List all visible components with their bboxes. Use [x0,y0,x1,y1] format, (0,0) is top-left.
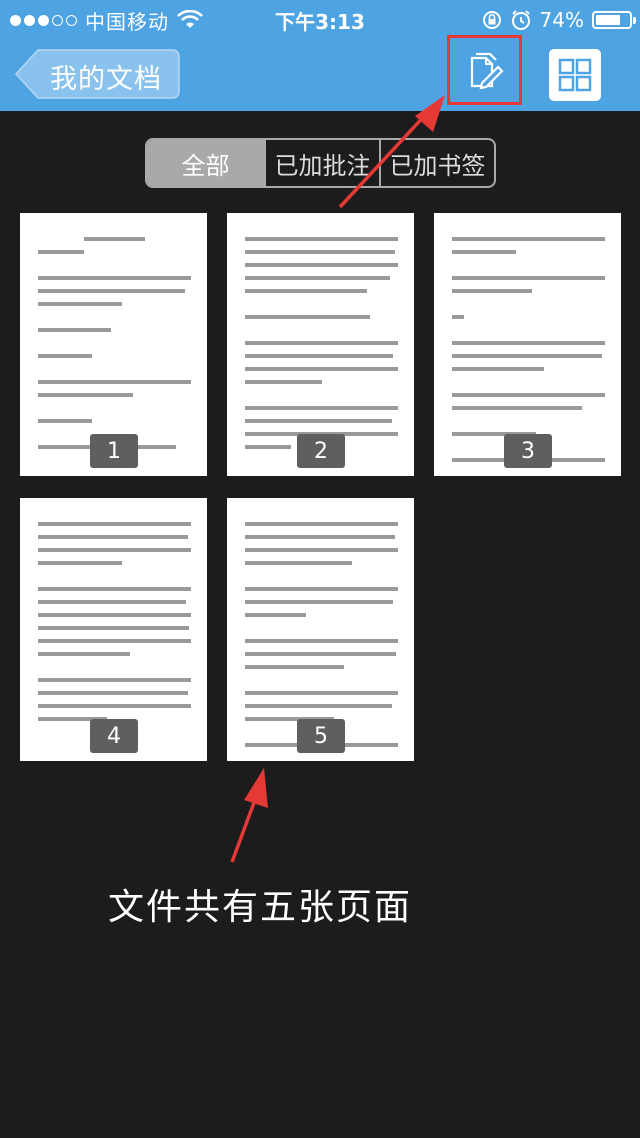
annotate-document-button[interactable] [447,35,522,105]
page-thumbnail-3[interactable]: 3 [434,213,621,476]
status-bar: 中国移动 下午3:13 74% [0,0,640,40]
back-button[interactable]: 我的文档 [14,49,180,99]
battery-icon [592,11,636,29]
filter-segmented-control: 全部 已加批注 已加书签 [145,138,496,188]
orientation-lock-icon [482,11,501,29]
edit-document-icon [470,52,504,90]
page-thumbnail-2[interactable]: 2 [227,213,414,476]
annotation-caption: 文件共有五张页面 [107,887,412,928]
grid-icon [558,58,592,92]
page-text-preview [38,522,191,730]
page-thumbnail-1[interactable]: 1 [20,213,207,476]
battery-level [596,15,620,25]
page-text-preview [245,237,398,458]
page-number-badge: 5 [297,719,345,753]
page-thumbnail-4[interactable]: 4 [20,498,207,761]
back-label: 我的文档 [50,64,162,95]
filter-tab-annotated[interactable]: 已加批注 [264,140,379,186]
page-number-badge: 1 [90,434,138,468]
filter-tab-all[interactable]: 全部 [147,140,264,186]
page-thumbnail-5[interactable]: 5 [227,498,414,761]
arrow-to-page-5 [230,768,268,863]
top-bar: 中国移动 下午3:13 74% 我的文档 [0,0,640,111]
battery-percent: 74% [539,8,584,32]
filter-tab-bookmarked[interactable]: 已加书签 [379,140,494,186]
page-number-badge: 4 [90,719,138,753]
status-right: 74% [482,6,636,34]
alarm-icon [511,10,530,30]
page-number-badge: 2 [297,434,345,468]
grid-view-button[interactable] [549,49,601,101]
page-number-badge: 3 [504,434,552,468]
page-text-preview [38,237,191,458]
